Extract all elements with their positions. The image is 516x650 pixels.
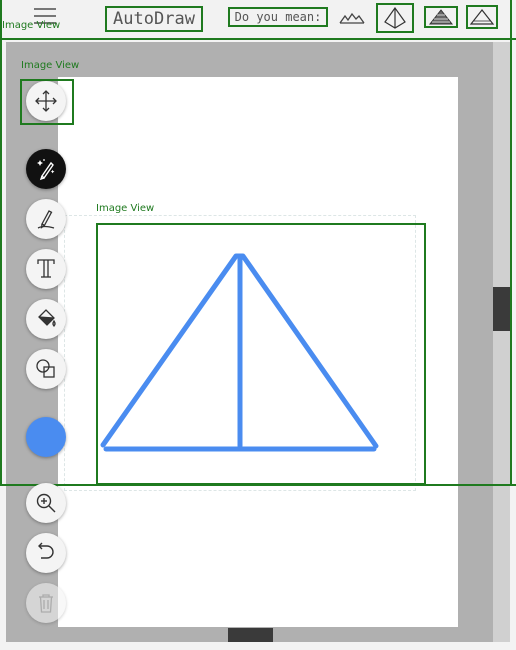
move-tool-icon [35, 90, 57, 112]
undo-icon [38, 542, 54, 559]
undo-button[interactable] [26, 533, 66, 573]
fill-tool[interactable] [26, 299, 66, 339]
app-frame: AutoDraw Do you mean: Image View Image V… [0, 0, 516, 650]
image-view-label-tools: Image View [21, 60, 80, 71]
shape-tool[interactable] [26, 349, 66, 389]
overlay-outline-bottom [0, 484, 516, 486]
autodraw-tool-icon [37, 159, 55, 181]
drawing-bounding-box [96, 223, 426, 485]
delete-button[interactable] [26, 583, 66, 623]
text-tool-icon [37, 259, 55, 278]
shape-tool-icon [36, 359, 55, 378]
text-tool[interactable] [26, 249, 66, 289]
zoom-tool[interactable] [26, 483, 66, 523]
draw-tool-icon [37, 210, 55, 229]
fill-tool-icon [38, 309, 56, 327]
autodraw-tool[interactable] [26, 149, 66, 189]
color-picker-swatch[interactable] [26, 417, 66, 457]
move-tool[interactable] [26, 81, 66, 121]
delete-icon [39, 594, 53, 613]
draw-tool[interactable] [26, 199, 66, 239]
zoom-tool-icon [36, 493, 56, 513]
image-view-label-drawing: Image View [96, 203, 155, 214]
